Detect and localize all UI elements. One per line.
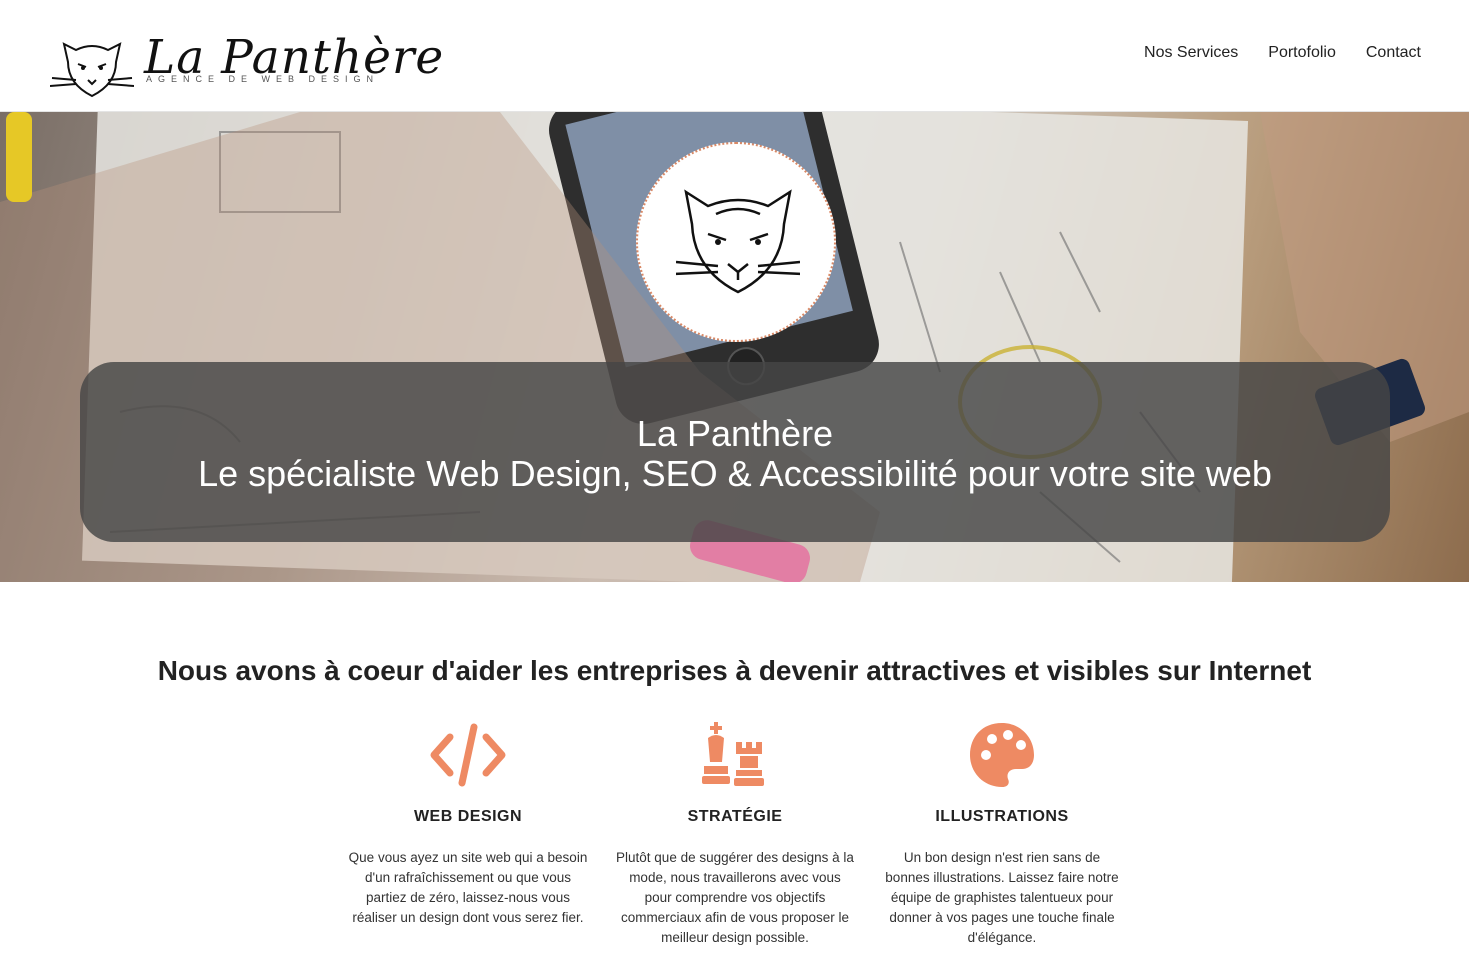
service-strategie: STRATÉGIE Plutôt que de suggérer des des…	[615, 720, 855, 948]
service-illustrations: ILLUSTRATIONS Un bon design n'est rien s…	[882, 720, 1122, 948]
palette-icon	[882, 720, 1122, 790]
hero-title: La Panthère	[636, 413, 834, 454]
chess-icon	[615, 720, 855, 790]
service-description: Un bon design n'est rien sans de bonnes …	[885, 850, 1119, 945]
panther-icon	[676, 189, 800, 294]
hero-logo-badge	[636, 142, 836, 342]
panther-logo-icon	[50, 42, 134, 98]
service-title: WEB DESIGN	[413, 808, 523, 825]
logo-link[interactable]: La Panthère AGENCE DE WEB DESIGN	[50, 30, 443, 102]
nav-contact[interactable]: Contact	[1366, 44, 1421, 62]
hero-text-panel: La Panthère Le spécialiste Web Design, S…	[80, 362, 1390, 542]
code-icon	[348, 720, 588, 790]
nav-nos-services[interactable]: Nos Services	[1144, 44, 1238, 62]
site-header: La Panthère AGENCE DE WEB DESIGN Nos Ser…	[0, 0, 1469, 112]
service-web-design: WEB DESIGN Que vous ayez un site web qui…	[348, 720, 588, 928]
service-description: Plutôt que de suggérer des designs à la …	[616, 850, 854, 945]
service-title: STRATÉGIE	[687, 808, 783, 825]
hero-subtitle: Le spécialiste Web Design, SEO & Accessi…	[198, 453, 1272, 494]
service-title: ILLUSTRATIONS	[935, 808, 1069, 825]
hero-banner: La Panthère Le spécialiste Web Design, S…	[0, 112, 1469, 582]
main-nav: Nos Services Portofolio Contact	[1144, 44, 1421, 62]
logo-tagline: AGENCE DE WEB DESIGN	[146, 74, 380, 84]
service-description: Que vous ayez un site web qui a besoin d…	[348, 850, 588, 925]
nav-portofolio[interactable]: Portofolio	[1268, 44, 1336, 62]
intro-heading: Nous avons à coeur d'aider les entrepris…	[157, 655, 1312, 686]
